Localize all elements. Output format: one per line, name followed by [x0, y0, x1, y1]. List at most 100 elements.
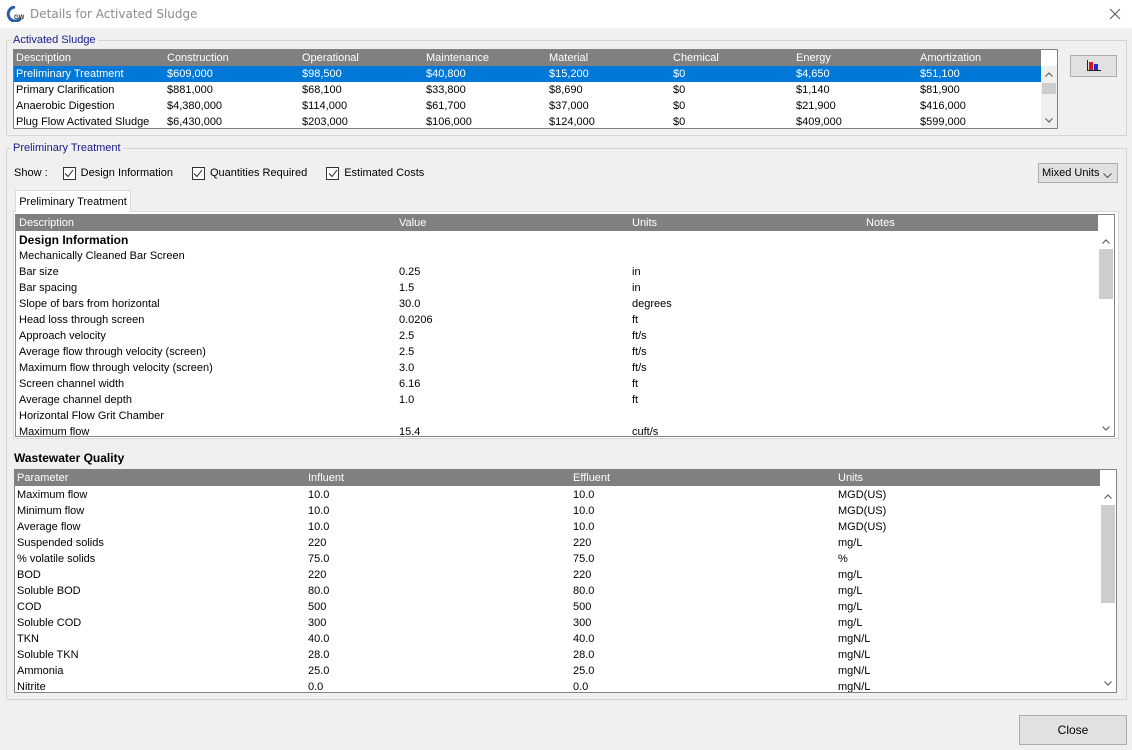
- table-cell: 0.0206: [399, 314, 433, 326]
- table-row[interactable]: Minimum flow 10.0 10.0 MGD(US): [15, 503, 1100, 519]
- scroll-thumb[interactable]: [1099, 249, 1113, 299]
- table-cell: 80.0: [573, 585, 595, 597]
- table-cell: mgN/L: [838, 681, 871, 693]
- close-button[interactable]: Close: [1019, 715, 1127, 745]
- checkbox-checked-icon[interactable]: [191, 166, 205, 180]
- table-cell: Screen channel width: [19, 378, 125, 390]
- table-row[interactable]: Average flow 10.0 10.0 MGD(US): [15, 519, 1100, 535]
- table-cell: 220: [573, 569, 592, 581]
- table-row[interactable]: Soluble COD 300 300 mg/L: [15, 615, 1100, 631]
- table-cell: mg/L: [838, 585, 863, 597]
- table-cell: 10.0: [308, 489, 330, 501]
- table-cell: mgN/L: [838, 665, 871, 677]
- table-cell: 10.0: [573, 489, 595, 501]
- table-cell: Preliminary Treatment: [16, 68, 124, 80]
- close-icon[interactable]: [1106, 5, 1124, 23]
- table-row[interactable]: Average flow through velocity (screen) 2.…: [16, 344, 1098, 360]
- table-cell: $15,200: [549, 68, 589, 80]
- tab-label: Preliminary Treatment: [19, 195, 127, 208]
- table-row[interactable]: Maximum flow 15.4 cuft/s: [16, 424, 1098, 437]
- table-row[interactable]: COD 500 500 mg/L: [15, 599, 1100, 615]
- table-cell: $609,000: [167, 68, 213, 80]
- table-cell: $0: [673, 116, 686, 128]
- table-row[interactable]: Bar spacing 1.5 in: [16, 280, 1098, 296]
- checkbox-label: Estimated Costs: [344, 167, 425, 179]
- checkbox-checked-icon[interactable]: [62, 166, 76, 180]
- table-cell: 1.0: [399, 394, 415, 406]
- table-row[interactable]: Maximum flow through velocity (screen) 3.…: [16, 360, 1098, 376]
- table-row[interactable]: Preliminary Treatment $609,000 $98,500 $40,…: [14, 66, 1041, 82]
- quality-scrollbar[interactable]: [1100, 486, 1116, 692]
- units-select[interactable]: Mixed Units: [1038, 163, 1118, 183]
- checkbox-label: Design Information: [80, 167, 173, 179]
- checkbox-design-information[interactable]: Design Information: [62, 166, 173, 180]
- table-row[interactable]: BOD 220 220 mg/L: [15, 567, 1100, 583]
- table-row[interactable]: TKN 40.0 40.0 mgN/L: [15, 631, 1100, 647]
- table-row[interactable]: Soluble TKN 28.0 28.0 mgN/L: [15, 647, 1100, 663]
- table-cell: Suspended solids: [17, 537, 104, 549]
- table-cell: 500: [308, 601, 327, 613]
- table-row[interactable]: Screen channel width 6.16 ft: [16, 376, 1098, 392]
- table-row[interactable]: Nitrite 0.0 0.0 mgN/L: [15, 679, 1100, 693]
- table-cell: 300: [573, 617, 592, 629]
- tab-preliminary-treatment[interactable]: Preliminary Treatment: [15, 190, 131, 212]
- table-cell: 6.16: [399, 378, 421, 390]
- checkbox-estimated-costs[interactable]: Estimated Costs: [326, 166, 425, 180]
- show-options: Show : Design Information Quantities Req…: [14, 166, 443, 180]
- table-row[interactable]: Maximum flow 10.0 10.0 MGD(US): [15, 487, 1100, 503]
- table-row[interactable]: Ammonia 25.0 25.0 mgN/L: [15, 663, 1100, 679]
- table-cell: Mechanically Cleaned Bar Screen: [19, 250, 185, 262]
- table-cell: 10.0: [308, 505, 330, 517]
- wastewater-quality-title: Wastewater Quality: [14, 451, 125, 465]
- section-heading-row[interactable]: Design Information: [16, 232, 1098, 248]
- table-row[interactable]: Horizontal Flow Grit Chamber: [16, 408, 1098, 424]
- table-row[interactable]: Primary Clarification $881,000 $68,100 $33,…: [14, 82, 1041, 98]
- table-row[interactable]: Head loss through screen 0.0206 ft: [16, 312, 1098, 328]
- table-cell: mgN/L: [838, 649, 871, 661]
- table-cell: $106,000: [426, 116, 472, 128]
- table-row[interactable]: Approach velocity 2.5 ft/s: [16, 328, 1098, 344]
- checkbox-checked-icon[interactable]: [326, 166, 340, 180]
- summary-scrollbar[interactable]: [1041, 66, 1057, 128]
- table-row[interactable]: Bar size 0.25 in: [16, 264, 1098, 280]
- table-cell: MGD(US): [838, 521, 887, 533]
- scroll-up-icon[interactable]: [1100, 488, 1116, 504]
- table-cell: mgN/L: [838, 633, 871, 645]
- table-cell: Plug Flow Activated Sludge: [16, 116, 150, 128]
- design-scrollbar[interactable]: [1098, 231, 1114, 436]
- table-row[interactable]: Plug Flow Activated Sludge $6,430,000 $203…: [14, 114, 1041, 128]
- table-cell: % volatile solids: [17, 553, 96, 565]
- checkbox-quantities-required[interactable]: Quantities Required: [191, 166, 308, 180]
- table-row[interactable]: Soluble BOD 80.0 80.0 mg/L: [15, 583, 1100, 599]
- table-row[interactable]: Slope of bars from horizontal 30.0 degrees: [16, 296, 1098, 312]
- scroll-thumb[interactable]: [1042, 83, 1056, 94]
- show-label: Show :: [14, 167, 48, 179]
- table-cell: $40,800: [426, 68, 466, 80]
- table-cell: degrees: [632, 298, 672, 310]
- scroll-down-icon[interactable]: [1041, 112, 1057, 128]
- table-row[interactable]: Average channel depth 1.0 ft: [16, 392, 1098, 408]
- table-row[interactable]: Mechanically Cleaned Bar Screen: [16, 248, 1098, 264]
- table-cell: $409,000: [796, 116, 842, 128]
- chart-button[interactable]: [1070, 55, 1117, 77]
- column-header: Parameter: [17, 472, 69, 484]
- table-cell: 0.0: [308, 681, 324, 693]
- table-cell: $98,500: [302, 68, 342, 80]
- summary-table-header: Description Construction Operational Mainte…: [14, 50, 1041, 66]
- scroll-thumb[interactable]: [1101, 505, 1115, 603]
- checkbox-label: Quantities Required: [209, 167, 308, 179]
- scroll-up-icon[interactable]: [1041, 66, 1057, 82]
- scroll-up-icon[interactable]: [1098, 233, 1114, 249]
- table-cell: 15.4: [399, 426, 421, 437]
- table-cell: 80.0: [308, 585, 330, 597]
- summary-table: Description Construction Operational Mainte…: [13, 49, 1058, 129]
- table-cell: TKN: [17, 633, 39, 645]
- scroll-down-icon[interactable]: [1100, 675, 1116, 691]
- table-row[interactable]: Suspended solids 220 220 mg/L: [15, 535, 1100, 551]
- table-row[interactable]: Anaerobic Digestion $4,380,000 $114,000 $61…: [14, 98, 1041, 114]
- table-cell: MGD(US): [838, 505, 887, 517]
- scroll-down-icon[interactable]: [1098, 420, 1114, 436]
- column-header: Influent: [308, 472, 345, 484]
- table-row[interactable]: % volatile solids 75.0 75.0%: [15, 551, 1100, 567]
- table-cell: in: [632, 266, 641, 278]
